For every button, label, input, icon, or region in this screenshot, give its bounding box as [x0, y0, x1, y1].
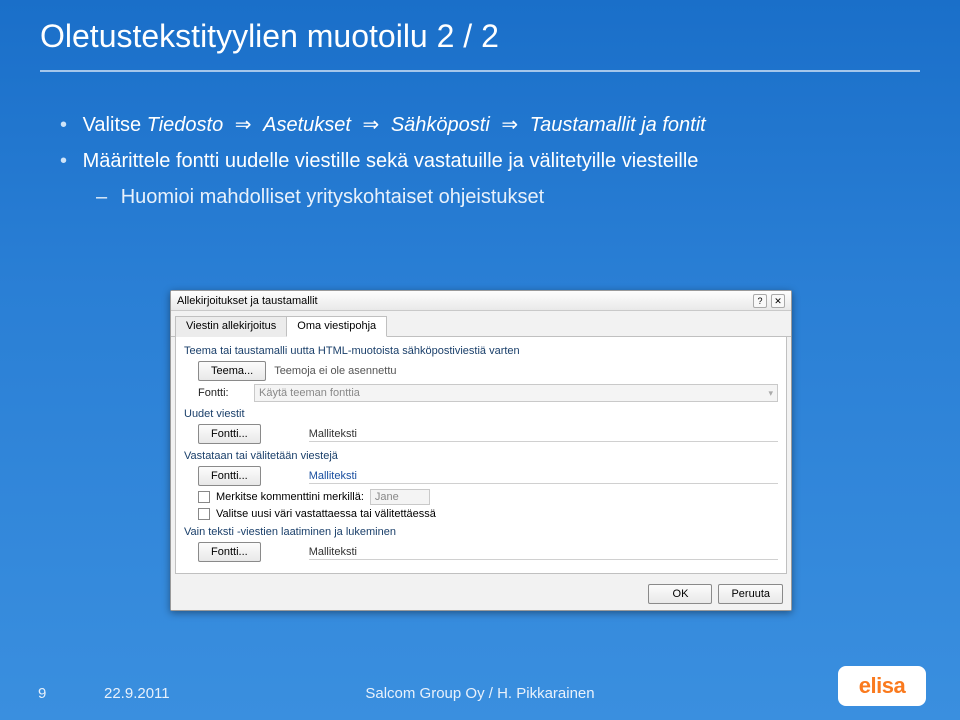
- section-heading: Teema tai taustamalli uutta HTML-muotois…: [184, 345, 778, 357]
- bullet-list: • Valitse Tiedosto ⇒ Asetukset ⇒ Sähköpo…: [60, 110, 900, 212]
- list-item: – Huomioi mahdolliset yrityskohtaiset oh…: [96, 182, 900, 212]
- tabs: Viestin allekirjoitus Oma viestipohja: [171, 311, 791, 337]
- list-item: • Määrittele fontti uudelle viestille se…: [60, 146, 900, 176]
- elisa-logo: elisa: [838, 666, 926, 706]
- font-button[interactable]: Fontti...: [198, 466, 261, 486]
- initials-field[interactable]: Jane: [370, 489, 430, 505]
- sample-text: Malliteksti: [309, 469, 778, 484]
- checkbox-label: Valitse uusi väri vastattaessa tai välit…: [216, 508, 436, 520]
- bullet-text: Määrittele fontti uudelle viestille sekä…: [83, 150, 699, 172]
- font-button[interactable]: Fontti...: [198, 542, 261, 562]
- close-icon[interactable]: ✕: [771, 294, 785, 308]
- section-heading: Uudet viestit: [184, 408, 778, 420]
- bullet-text: Huomioi mahdolliset yrityskohtaiset ohje…: [121, 186, 545, 208]
- path-item: Asetukset: [263, 114, 351, 136]
- tab-panel: Teema tai taustamalli uutta HTML-muotois…: [175, 337, 787, 574]
- page-title: Oletustekstityylien muotoilu 2 / 2: [40, 18, 920, 67]
- font-label: Fontti:: [198, 387, 246, 399]
- bullet-icon: •: [60, 150, 67, 172]
- checkbox-new-color[interactable]: [198, 508, 210, 520]
- ok-button[interactable]: OK: [648, 584, 712, 604]
- font-select[interactable]: Käytä teeman fonttia ▾: [254, 384, 778, 402]
- theme-info: Teemoja ei ole asennettu: [274, 365, 396, 377]
- theme-button[interactable]: Teema...: [198, 361, 266, 381]
- help-icon[interactable]: ?: [753, 294, 767, 308]
- divider: [40, 70, 920, 72]
- bullet-text: Valitse: [83, 114, 147, 136]
- footer-author: Salcom Group Oy / H. Pikkarainen: [0, 685, 960, 702]
- list-item: • Valitse Tiedosto ⇒ Asetukset ⇒ Sähköpo…: [60, 110, 900, 140]
- arrow-icon: ⇒: [501, 114, 518, 136]
- arrow-icon: ⇒: [235, 114, 252, 136]
- tab-stationery[interactable]: Oma viestipohja: [286, 316, 387, 337]
- sample-text: Malliteksti: [309, 545, 778, 560]
- section-heading: Vain teksti -viestien laatiminen ja luke…: [184, 526, 778, 538]
- signatures-dialog: Allekirjoitukset ja taustamallit ? ✕ Vie…: [170, 290, 792, 611]
- bullet-icon: •: [60, 114, 67, 136]
- arrow-icon: ⇒: [363, 114, 380, 136]
- sample-text: Malliteksti: [309, 427, 778, 442]
- checkbox-label: Merkitse kommenttini merkillä:: [216, 491, 364, 503]
- dialog-titlebar[interactable]: Allekirjoitukset ja taustamallit ? ✕: [171, 291, 791, 311]
- dash-icon: –: [96, 186, 107, 208]
- tab-signature[interactable]: Viestin allekirjoitus: [175, 316, 287, 337]
- dialog-title: Allekirjoitukset ja taustamallit: [177, 291, 318, 311]
- cancel-button[interactable]: Peruuta: [718, 584, 783, 604]
- chevron-down-icon: ▾: [768, 386, 773, 400]
- path-item: Tiedosto: [147, 114, 224, 136]
- checkbox-mark-comments[interactable]: [198, 491, 210, 503]
- select-value: Käytä teeman fonttia: [259, 386, 360, 400]
- path-item: Sähköposti: [391, 114, 490, 136]
- font-button[interactable]: Fontti...: [198, 424, 261, 444]
- path-item: Taustamallit ja fontit: [530, 114, 706, 136]
- dialog-footer: OK Peruuta: [171, 578, 791, 610]
- section-heading: Vastataan tai välitetään viestejä: [184, 450, 778, 462]
